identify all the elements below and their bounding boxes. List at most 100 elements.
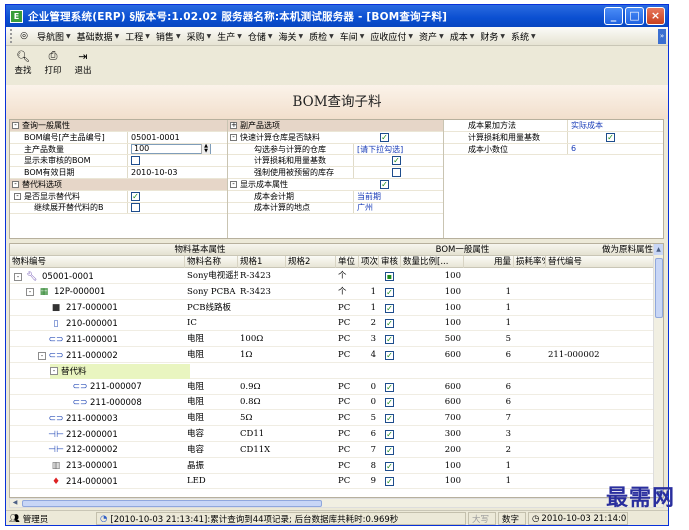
collapse-icon[interactable]: - [26, 288, 34, 297]
table-row[interactable]: ⊂⊃ 211-000003 电阻 5Ω PC 5 700 7 ✓ [10, 411, 655, 427]
prop-calc-loss[interactable]: 计算损耗和用量基数 ✓ [228, 155, 443, 168]
menu-item-nav[interactable]: 导航图 ▼ [34, 30, 74, 43]
title-bar[interactable]: E 企业管理系统(ERP) §版本号:1.02.02 服务器名称:本机测试服务器… [6, 5, 668, 27]
menu-item-finance[interactable]: 财务 ▼ [477, 30, 508, 43]
collapse-icon[interactable]: - [12, 121, 19, 129]
exit-button[interactable]: ⇥ 退出 [70, 49, 96, 77]
tree-node[interactable]: - ▦ 12P-000001 [26, 285, 105, 300]
collapse-icon[interactable]: - [230, 180, 237, 188]
tree-node[interactable]: ▯ 210-000001 [38, 316, 118, 331]
col-item[interactable]: 项次 [359, 256, 379, 268]
col-spec2[interactable]: 规格2 [286, 256, 336, 268]
approved-checkbox[interactable]: ✓ [385, 398, 394, 408]
tree-node[interactable]: ⊣⊢ 212-000001 [38, 427, 118, 442]
menu-item-system[interactable]: 系统 ▼ [508, 30, 539, 43]
category-by-product[interactable]: + 副产品选项 [228, 120, 443, 132]
tree-node[interactable]: - 替代料 [50, 364, 87, 379]
menu-item-warehouse[interactable]: 仓储 ▼ [245, 30, 276, 43]
tree-node[interactable]: - 🔧︎ 05001-0001 [14, 269, 94, 284]
collapse-icon[interactable]: - [38, 351, 46, 360]
prop-cost-decimals[interactable]: 成本小数位 6 [444, 143, 663, 156]
collapse-icon[interactable]: - [14, 272, 22, 281]
tree-node[interactable]: ⊂⊃ 211-000001 [38, 332, 117, 347]
tree-node[interactable]: ■ 217-000001 [38, 301, 118, 316]
tree-node[interactable]: - ⊂⊃ 211-000002 [38, 348, 118, 363]
col-loss[interactable]: 损耗率% [514, 256, 546, 268]
tree-node[interactable]: ♦ 214-000001 [38, 474, 118, 489]
prop-force-reserved[interactable]: 强制使用被预留的库存 [228, 167, 443, 179]
prop-cost-calc-loss[interactable]: 计算损耗和用量基数 ✓ [444, 131, 663, 144]
table-row[interactable]: ⊂⊃ 211-000007 电阻 0.9Ω PC 0 600 6 ✓ [10, 380, 655, 395]
show-cost-checkbox[interactable]: ✓ [380, 179, 389, 189]
category-general[interactable]: - 查询一般属性 [10, 120, 227, 132]
tree-node[interactable]: ⊂⊃ 211-000007 [62, 380, 141, 395]
table-row[interactable]: ▯ 210-000001 IC PC 2 100 1 ✓ [10, 316, 655, 332]
approved-checkbox[interactable]: ✓ [385, 303, 394, 313]
prop-select-warehouse[interactable]: 勾选参与计算的仓库 [请下拉勾选] [228, 143, 443, 156]
menu-item-customs[interactable]: 海关 ▼ [275, 30, 306, 43]
main-qty-input[interactable]: 100 ▲ ▼ [131, 144, 211, 154]
spin-arrows-icon[interactable]: ▲ ▼ [201, 144, 210, 154]
col-name[interactable]: 物料名称 [185, 256, 238, 268]
approved-checkbox[interactable]: ✓ [385, 319, 394, 329]
col-spec1[interactable]: 规格1 [238, 256, 286, 268]
scroll-thumb[interactable] [655, 258, 663, 318]
approved-checkbox[interactable]: ✓ [385, 414, 394, 424]
collapse-icon[interactable]: - [14, 192, 21, 200]
table-row[interactable]: ⊂⊃ 211-000001 电阻 100Ω PC 3 500 5 ✓ [10, 332, 655, 348]
table-row[interactable]: ⊣⊢ 212-000001 电容 CD11 PC 6 300 3 ✓ [10, 427, 655, 442]
table-row[interactable]: ■ 217-000001 PCB线路板 PC 1 100 1 ✓ [10, 301, 655, 316]
show-substitute-checkbox[interactable]: ✓ [131, 191, 140, 201]
warehouse-shortage-checkbox[interactable]: ✓ [380, 132, 389, 142]
tree-node[interactable]: ⊂⊃ 211-000008 [62, 395, 141, 410]
vertical-scrollbar[interactable]: ▲ ▼ [653, 244, 663, 497]
close-button[interactable]: × [646, 7, 665, 25]
expand-substitute-checkbox[interactable] [131, 203, 140, 213]
table-row[interactable]: ♦ 214-000001 LED PC 9 100 1 ✓ [10, 474, 655, 490]
prop-cost-method[interactable]: 成本累加方法 实际成本 [444, 120, 663, 132]
table-row[interactable]: ⊂⊃ 211-000008 电阻 0.8Ω PC 0 600 6 ✓ [10, 395, 655, 411]
col-qty[interactable]: 用量 [464, 256, 514, 268]
menu-item-basic[interactable]: 基础数据 ▼ [74, 30, 123, 43]
expand-icon[interactable]: + [230, 121, 237, 129]
show-unapproved-checkbox[interactable] [131, 156, 140, 166]
force-reserved-checkbox[interactable] [392, 168, 401, 178]
col-code[interactable]: 物料编号 [10, 256, 185, 268]
menu-item-production[interactable]: 生产 ▼ [214, 30, 245, 43]
prop-main-qty[interactable]: 主产品数量 100 ▲ ▼ [10, 143, 227, 156]
menu-item-qc[interactable]: 质检 ▼ [306, 30, 337, 43]
substitute-group-row[interactable]: - 替代料 [10, 363, 655, 379]
table-row[interactable]: ⊣⊢ 212-000002 电容 CD11X PC 7 200 2 ✓ [10, 443, 655, 458]
col-alt[interactable]: 替代编号 [546, 256, 655, 268]
approved-checkbox[interactable]: ✓ [385, 351, 394, 360]
approved-checkbox[interactable]: ✓ [385, 430, 394, 439]
tree-node[interactable]: ▥ 213-000001 [38, 459, 118, 474]
category-cost[interactable]: - 显示成本属性 ✓ [228, 178, 443, 191]
category-warehouse-shortage[interactable]: - 快速计算仓库是否缺料 ✓ [228, 131, 443, 144]
table-row[interactable]: - ⊂⊃ 211-000002 电阻 1Ω PC 4 600 6 211-000002 ✓ [10, 348, 655, 363]
prop-cost-location[interactable]: 成本计算的地点 广州 [228, 202, 443, 215]
maximize-button[interactable]: □ [625, 7, 644, 25]
table-row[interactable]: -🔧︎ 05001-0001 Sony电视遥控器(sR-3423 个 100 ▪ [10, 269, 655, 284]
approved-checkbox[interactable]: ✓ [385, 287, 394, 297]
tree-node[interactable]: ⊂⊃ 211-000003 [38, 411, 117, 426]
tree-node[interactable]: ⊣⊢ 212-000002 [38, 443, 118, 458]
approved-checkbox[interactable]: ✓ [385, 445, 394, 455]
print-button[interactable]: ⎙ 打印 [40, 49, 66, 76]
hscroll-thumb[interactable] [22, 500, 322, 507]
col-ratio[interactable]: 数量比例[... [401, 256, 464, 268]
minimize-button[interactable]: _ [604, 7, 623, 25]
collapse-icon[interactable]: - [230, 133, 237, 141]
approved-checkbox[interactable]: ▪ [385, 272, 394, 281]
menu-grip[interactable] [10, 29, 13, 43]
approved-checkbox[interactable]: ✓ [385, 382, 394, 392]
calc-loss-checkbox[interactable]: ✓ [392, 156, 401, 166]
menu-item-ar-ap[interactable]: 应收应付 ▼ [367, 30, 416, 43]
approved-checkbox[interactable]: ✓ [385, 461, 394, 471]
col-approved[interactable]: 审核 [379, 256, 401, 268]
horizontal-scrollbar[interactable]: ◀ [9, 498, 664, 508]
prop-bom-date[interactable]: BOM有效日期 2010-10-03 [10, 167, 227, 179]
collapse-icon[interactable]: - [12, 180, 19, 188]
prop-cost-period[interactable]: 成本会计期 当前期 [228, 190, 443, 203]
scroll-left-icon[interactable]: ◀ [10, 499, 20, 507]
